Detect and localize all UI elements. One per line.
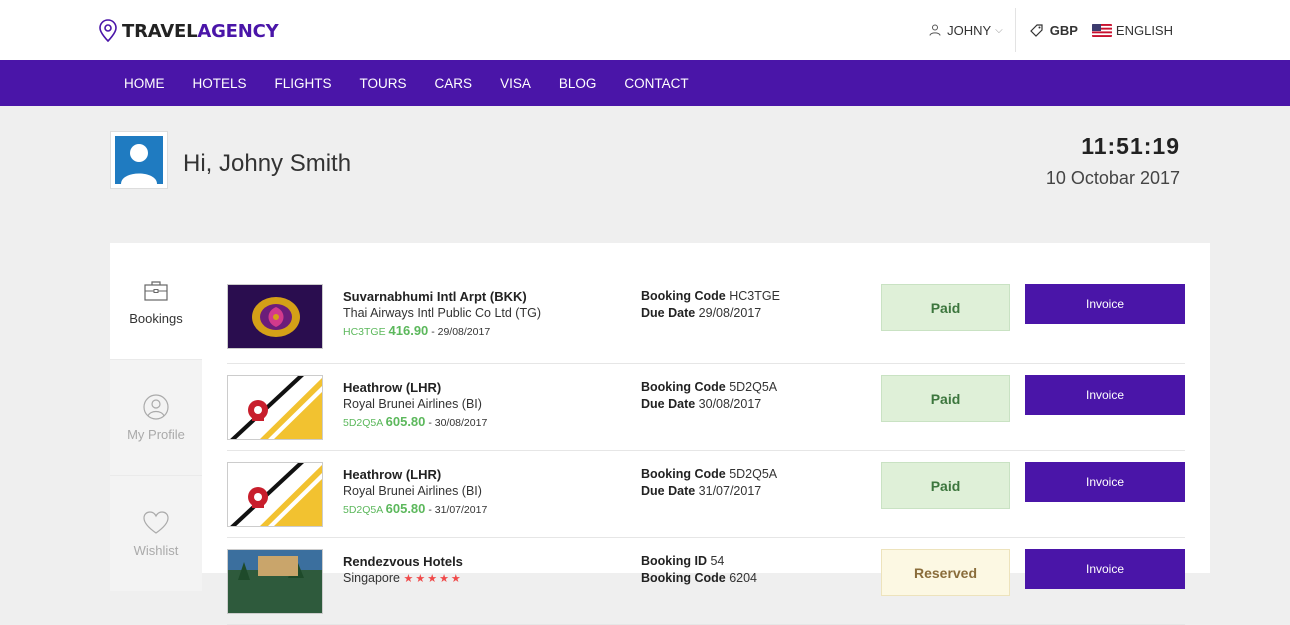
booking-airline: Royal Brunei Airlines (BI) [343,484,482,498]
language-label: ENGLISH [1115,22,1173,38]
status-badge: Paid [881,284,1010,331]
due-date: 31/07/2017 [698,484,762,498]
nav-cars[interactable]: CARS [421,76,487,91]
avatar-silhouette-icon [115,136,163,184]
map-pin-icon [99,19,117,43]
booking-short-code: 5D2Q5A [343,504,383,516]
royal-brunei-logo [227,375,323,440]
nav-tours[interactable]: TOURS [346,76,421,91]
user-circle-icon [143,394,169,420]
star-rating: ★★★★★ [403,573,463,585]
sidebar-item-bookings[interactable]: Bookings [110,243,202,359]
booking-row: Rendezvous Hotels Singapore ★★★★★ Bookin… [227,538,1185,625]
booking-code-label: Booking Code [641,571,726,585]
language-selector[interactable]: ENGLISH [1091,22,1173,38]
user-name: JOHNY [947,22,992,38]
nav-blog[interactable]: BLOG [545,76,611,91]
booking-code-label: Booking Code [641,467,726,481]
status-badge: Reserved [881,549,1010,596]
sidebar-item-my-profile[interactable]: My Profile [110,359,202,475]
booking-row: Suvarnabhumi Intl Arpt (BKK) Thai Airway… [227,273,1185,364]
booking-code: HC3TGE [729,289,780,303]
nav-visa[interactable]: VISA [486,76,545,91]
greeting: Hi, Johny Smith [183,150,352,177]
due-date-label: Due Date [641,397,696,411]
booking-code: 5D2Q5A [729,380,778,394]
user-icon [929,24,941,36]
booking-place: Heathrow (LHR) [343,380,442,395]
chevron-down-icon: ⌵ [995,24,1003,36]
booking-code-label: Booking Code [641,289,726,303]
booking-place: Rendezvous Hotels [343,554,463,569]
heart-icon [143,511,169,534]
booking-airline: Royal Brunei Airlines (BI) [343,397,482,411]
sidebar-item-label: Bookings [129,310,183,326]
current-time: 11:51:19 [1081,133,1180,159]
booking-date: - 29/08/2017 [431,326,491,338]
booking-date: - 31/07/2017 [428,504,488,516]
invoice-button[interactable]: Invoice [1025,462,1185,502]
currency-selector[interactable]: GBP [1029,22,1078,38]
booking-meta: 5D2Q5A 605.80 - 30/08/2017 [343,413,487,432]
thai-airways-logo [227,284,323,349]
booking-row: Heathrow (LHR) Royal Brunei Airlines (BI… [227,451,1185,538]
clock: 11:51:19 10 Octobar 2017 [1046,133,1180,189]
briefcase-icon [144,280,168,301]
status-badge: Paid [881,462,1010,509]
user-menu[interactable]: JOHNY ⌵ [929,8,1016,52]
tag-icon [1029,24,1043,37]
booking-short-code: 5D2Q5A [343,417,383,429]
currency-label: GBP [1049,22,1078,38]
hotel-photo [227,549,323,614]
invoice-button[interactable]: Invoice [1025,375,1185,415]
booking-price: 605.80 [385,414,426,429]
nav-contact[interactable]: CONTACT [610,76,702,91]
booking-place: Heathrow (LHR) [343,467,442,482]
hotel-city: Singapore [343,571,400,585]
booking-date: - 30/08/2017 [428,417,488,429]
status-badge: Paid [881,375,1010,422]
due-date: 30/08/2017 [698,397,762,411]
due-date: 29/08/2017 [698,306,762,320]
sidebar-item-wishlist[interactable]: Wishlist [110,475,202,591]
booking-row: Heathrow (LHR) Royal Brunei Airlines (BI… [227,364,1185,451]
avatar [110,131,168,189]
current-date: 10 Octobar 2017 [1045,168,1180,188]
main-nav: HOME HOTELS FLIGHTS TOURS CARS VISA BLOG… [0,60,1290,106]
sidebar-item-label: My Profile [127,427,185,442]
nav-hotels[interactable]: HOTELS [179,76,261,91]
booking-airline: Thai Airways Intl Public Co Ltd (TG) [343,306,541,320]
booking-location: Singapore ★★★★★ [343,570,463,588]
bookings-list: Suvarnabhumi Intl Arpt (BKK) Thai Airway… [227,273,1185,625]
invoice-button[interactable]: Invoice [1025,549,1185,589]
logo[interactable]: TRAVELAGENCY [98,18,279,44]
booking-meta: 5D2Q5A 605.80 - 31/07/2017 [343,500,487,519]
booking-code: 5D2Q5A [729,467,778,481]
account-sidebar: Bookings My Profile Wishlist [110,243,202,591]
us-flag-icon [1091,23,1112,37]
booking-code-label: Booking Code [641,380,726,394]
sidebar-item-label: Wishlist [133,543,179,558]
booking-short-code: HC3TGE [343,326,386,338]
brand-part2: AGENCY [197,20,279,42]
booking-code: 6204 [729,571,758,585]
booking-meta: HC3TGE 416.90 - 29/08/2017 [343,322,541,341]
booking-price: 605.80 [385,501,426,516]
account-panel: Bookings My Profile Wishlist Suvarnabhum… [110,243,1210,625]
nav-home[interactable]: HOME [110,76,179,91]
brand-name: TRAVELAGENCY [122,20,279,42]
due-date-label: Due Date [641,484,696,498]
top-bar: TRAVELAGENCY JOHNY ⌵ GBP ENGLISH [0,0,1290,60]
nav-flights[interactable]: FLIGHTS [261,76,346,91]
invoice-button[interactable]: Invoice [1025,284,1185,324]
royal-brunei-logo [227,462,323,527]
due-date-label: Due Date [641,306,696,320]
booking-place: Suvarnabhumi Intl Arpt (BKK) [343,289,527,304]
brand-part1: TRAVEL [122,20,198,42]
booking-price: 416.90 [388,323,429,338]
